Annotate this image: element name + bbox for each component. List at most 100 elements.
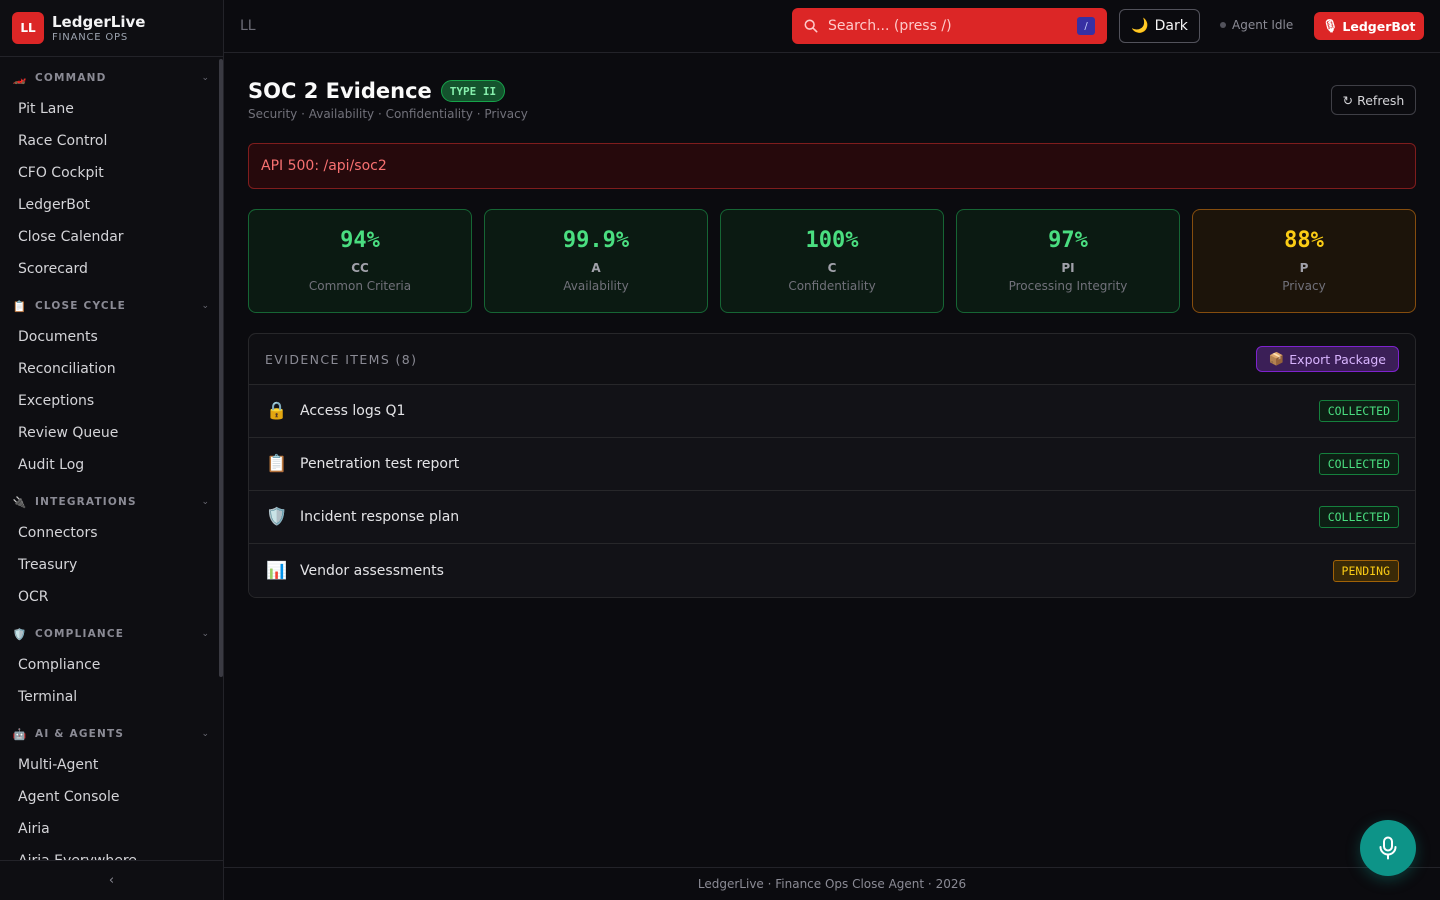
- sidebar-group-compliance[interactable]: 🛡️ COMPLIANCE ⌄: [0, 619, 223, 649]
- evidence-row[interactable]: 📋 Penetration test report COLLECTED: [249, 438, 1415, 491]
- sidebar-nav: 🏎️ COMMAND ⌄ Pit Lane Race Control CFO Cockpi…: [0, 57, 223, 860]
- kpi-value: 99.9%: [562, 228, 630, 253]
- collapse-sidebar-button[interactable]: ‹: [0, 860, 223, 900]
- export-package-button[interactable]: 📦 Export Package: [1255, 346, 1399, 372]
- search-icon: [804, 19, 818, 33]
- footer: LedgerLive · Finance Ops Close Agent · 2…: [224, 867, 1440, 900]
- sidebar-item-ledgerbot[interactable]: LedgerBot: [0, 189, 223, 221]
- clipboard-icon: 📋: [12, 299, 27, 313]
- search-input[interactable]: Search... (press /) /: [792, 8, 1107, 44]
- sidebar-item-compliance[interactable]: Compliance: [0, 649, 223, 681]
- brand-name: LedgerLive: [52, 12, 146, 31]
- main-content: SOC 2 Evidence TYPE II Security · Availa…: [248, 53, 1416, 598]
- sidebar-item-documents[interactable]: Documents: [0, 321, 223, 353]
- sidebar-group-command[interactable]: 🏎️ COMMAND ⌄: [0, 63, 223, 93]
- sidebar-item-airia[interactable]: Airia: [0, 813, 223, 845]
- kpi-label: Common Criteria: [308, 279, 412, 293]
- agent-status: Agent Idle: [1220, 18, 1293, 32]
- sidebar-group-label: INTEGRATIONS: [35, 496, 137, 508]
- evidence-row[interactable]: 🔒 Access logs Q1 COLLECTED: [249, 385, 1415, 438]
- voice-assistant-button[interactable]: [1360, 820, 1416, 876]
- status-dot-icon: [1220, 22, 1226, 28]
- sidebar-scrollbar[interactable]: [219, 59, 223, 677]
- chevron-down-icon: ⌄: [201, 73, 209, 83]
- sidebar-item-scorecard[interactable]: Scorecard: [0, 253, 223, 285]
- kpi-label: Processing Integrity: [1008, 279, 1128, 293]
- sidebar-item-multi-agent[interactable]: Multi-Agent: [0, 749, 223, 781]
- kpi-row: 94% CC Common Criteria 99.9% A Availability 10…: [248, 209, 1416, 313]
- plug-icon: 🔌: [12, 495, 27, 509]
- kpi-label: Confidentiality: [788, 279, 876, 293]
- lock-icon: 🔒: [266, 401, 288, 421]
- shield-icon: 🛡️: [266, 507, 288, 527]
- search-shortcut-key: /: [1077, 17, 1095, 35]
- refresh-button[interactable]: ↻ Refresh: [1331, 85, 1416, 115]
- theme-label: Dark: [1154, 18, 1188, 34]
- sidebar-item-exceptions[interactable]: Exceptions: [0, 385, 223, 417]
- evidence-row[interactable]: 📊 Vendor assessments PENDING: [249, 544, 1415, 597]
- kpi-value: 100%: [805, 228, 859, 253]
- kpi-code: C: [827, 261, 837, 275]
- chevron-down-icon: ⌄: [201, 301, 209, 311]
- clipboard-icon: 📋: [266, 454, 288, 474]
- sidebar-item-close-calendar[interactable]: Close Calendar: [0, 221, 223, 253]
- evidence-label: Vendor assessments: [300, 562, 444, 579]
- microphone-icon: 🎙: [1322, 18, 1339, 33]
- chevron-down-icon: ⌄: [201, 729, 209, 739]
- search-placeholder: Search... (press /): [828, 18, 952, 34]
- kpi-card-confidentiality: 100% C Confidentiality: [720, 209, 944, 313]
- kpi-code: CC: [351, 261, 369, 275]
- chevron-left-icon: ‹: [108, 873, 115, 888]
- kpi-value: 94%: [340, 228, 380, 253]
- topbar: LL Search... (press /) / 🌙 Dark Agent Id…: [224, 0, 1440, 53]
- kpi-value: 88%: [1284, 228, 1324, 253]
- agent-status-label: Agent Idle: [1232, 18, 1294, 32]
- sidebar-group-label: COMMAND: [35, 72, 107, 84]
- status-badge: COLLECTED: [1318, 506, 1399, 528]
- sidebar-item-review-queue[interactable]: Review Queue: [0, 417, 223, 449]
- race-car-icon: 🏎️: [12, 71, 27, 85]
- kpi-card-availability: 99.9% A Availability: [484, 209, 708, 313]
- sidebar-group-label: CLOSE CYCLE: [35, 300, 127, 312]
- status-badge: COLLECTED: [1318, 400, 1399, 422]
- sidebar-item-race-control[interactable]: Race Control: [0, 125, 223, 157]
- evidence-list: 🔒 Access logs Q1 COLLECTED 📋 Penetration tes…: [249, 385, 1415, 597]
- sidebar-group-close-cycle[interactable]: 📋 CLOSE CYCLE ⌄: [0, 291, 223, 321]
- sidebar-item-airia-everywhere[interactable]: Airia Everywhere: [0, 845, 223, 860]
- kpi-code: PI: [1061, 261, 1075, 275]
- sidebar-group-label: COMPLIANCE: [35, 628, 125, 640]
- evidence-label: Access logs Q1: [300, 403, 406, 419]
- chevron-down-icon: ⌄: [201, 497, 209, 507]
- page-subtitle: Security · Availability · Confidentialit…: [248, 107, 528, 121]
- page-header: SOC 2 Evidence TYPE II Security · Availa…: [248, 53, 1416, 143]
- robot-icon: 🤖: [12, 727, 27, 741]
- shield-icon: 🛡️: [12, 627, 27, 641]
- sidebar-item-ocr[interactable]: OCR: [0, 581, 223, 613]
- sidebar-group-ai-agents[interactable]: 🤖 AI & AGENTS ⌄: [0, 719, 223, 749]
- evidence-row[interactable]: 🛡️ Incident response plan COLLECTED: [249, 491, 1415, 544]
- ledgerbot-button[interactable]: 🎙 LedgerBot: [1314, 12, 1424, 40]
- evidence-label: Incident response plan: [300, 509, 460, 525]
- theme-toggle-button[interactable]: 🌙 Dark: [1119, 9, 1200, 43]
- kpi-card-privacy: 88% P Privacy: [1192, 209, 1416, 313]
- sidebar-item-treasury[interactable]: Treasury: [0, 549, 223, 581]
- sidebar-item-cfo-cockpit[interactable]: CFO Cockpit: [0, 157, 223, 189]
- type-badge: TYPE II: [440, 80, 506, 102]
- page-title: SOC 2 Evidence: [248, 79, 432, 103]
- brand[interactable]: LL LedgerLive FINANCE OPS: [0, 0, 223, 57]
- kpi-code: P: [1299, 261, 1309, 275]
- ledgerbot-button-label: LedgerBot: [1342, 18, 1416, 34]
- sidebar-group-integrations[interactable]: 🔌 INTEGRATIONS ⌄: [0, 487, 223, 517]
- error-alert: API 500: /api/soc2: [248, 143, 1416, 189]
- sidebar-item-agent-console[interactable]: Agent Console: [0, 781, 223, 813]
- kpi-label: Privacy: [1282, 279, 1326, 293]
- sidebar-item-connectors[interactable]: Connectors: [0, 517, 223, 549]
- breadcrumb[interactable]: LL: [240, 18, 256, 34]
- moon-icon: 🌙: [1131, 18, 1149, 34]
- status-badge: COLLECTED: [1318, 453, 1399, 475]
- sidebar-item-pit-lane[interactable]: Pit Lane: [0, 93, 223, 125]
- sidebar-item-reconciliation[interactable]: Reconciliation: [0, 353, 223, 385]
- sidebar-item-audit-log[interactable]: Audit Log: [0, 449, 223, 481]
- chevron-down-icon: ⌄: [201, 629, 209, 639]
- sidebar-item-terminal[interactable]: Terminal: [0, 681, 223, 713]
